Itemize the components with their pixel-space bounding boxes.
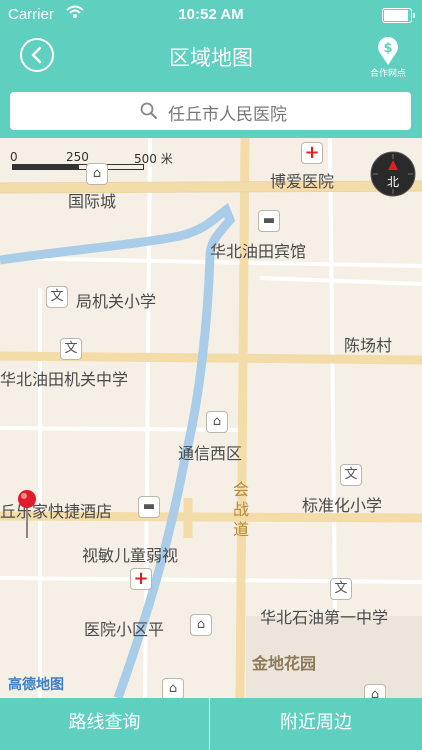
poi-child-vision[interactable]: 视敏儿童弱视 — [82, 542, 178, 566]
residence-icon[interactable]: ⌂ — [206, 411, 228, 433]
scale-label-250: 250 — [66, 150, 89, 164]
poi-tongxin-xiqu[interactable]: 通信西区 — [178, 440, 242, 464]
search-input[interactable]: 任丘市人民医院 — [10, 92, 411, 130]
hotel-icon[interactable]: ▬ — [258, 210, 280, 232]
route-query-button[interactable]: 路线查询 — [0, 698, 210, 750]
status-time: 10:52 AM — [178, 6, 244, 23]
poi-huabei-petro-no1[interactable]: 华北石油第一中学 — [260, 604, 388, 628]
poi-chenchang-village[interactable]: 陈场村 — [344, 332, 392, 356]
scale-label-0: 0 — [10, 150, 18, 164]
search-text: 任丘市人民医院 — [168, 105, 287, 125]
app-screen: 0 250 500 米 北 + 博爱医院 ⌂ 国际城 ▬ 华北油田宾馆 文 局机… — [0, 0, 422, 750]
search-bar-container: 任丘市人民医院 — [0, 86, 422, 138]
scale-labels: 0 250 500 米 — [10, 150, 173, 166]
map-view[interactable]: 0 250 500 米 北 + 博爱医院 ⌂ 国际城 ▬ 华北油田宾馆 文 局机… — [0, 138, 422, 698]
school-icon[interactable]: 文 — [330, 578, 352, 600]
poi-biaozhunhua-school[interactable]: 标准化小学 — [302, 492, 382, 516]
poi-boai-hospital[interactable]: 博爱医院 — [270, 168, 334, 192]
battery-icon — [382, 8, 415, 23]
compass-button[interactable]: 北 — [370, 151, 416, 197]
poi-huabei-hotel[interactable]: 华北油田宾馆 — [210, 238, 306, 262]
scale-bar — [12, 164, 144, 170]
dollar-pin-icon: $ — [378, 37, 398, 65]
location-pin-icon[interactable] — [14, 488, 40, 540]
poi-jindi-garden[interactable]: 金地花园 — [252, 650, 316, 674]
partner-outlets-button[interactable]: $ 合作网点 — [368, 36, 408, 80]
status-bar: Carrier 10:52 AM — [0, 0, 422, 30]
map-provider-logo: 高德地图 — [8, 677, 64, 693]
school-icon[interactable]: 文 — [340, 464, 362, 486]
residence-icon[interactable]: ⌂ — [162, 678, 184, 698]
poi-yiyuan-xiaoqu[interactable]: 医院小区平 — [84, 616, 164, 640]
search-icon — [140, 102, 157, 119]
page-title: 区域地图 — [169, 46, 253, 70]
school-icon[interactable]: 文 — [46, 286, 68, 308]
hospital-icon[interactable]: + — [130, 568, 152, 590]
nearby-button[interactable]: 附近周边 — [211, 698, 421, 750]
hotel-icon[interactable]: ▬ — [138, 496, 160, 518]
navigation-bar: Carrier 10:52 AM 区域地图 $ 合作网点 — [0, 0, 422, 86]
partner-outlets-label: 合作网点 — [369, 69, 406, 79]
residence-icon[interactable]: ⌂ — [364, 684, 386, 698]
compass-label: 北 — [386, 175, 399, 189]
poi-guojicheng[interactable]: 国际城 — [68, 188, 116, 212]
poi-huabei-middle-school[interactable]: 华北油田机关中学 — [0, 366, 128, 390]
bottom-action-bar: 路线查询 附近周边 — [0, 698, 422, 750]
residence-icon[interactable]: ⌂ — [86, 163, 108, 185]
school-icon[interactable]: 文 — [60, 338, 82, 360]
road-label-huizhan: 会战道 — [233, 480, 250, 539]
hospital-icon[interactable]: + — [301, 142, 323, 164]
residence-icon[interactable]: ⌂ — [190, 614, 212, 636]
poi-juchiguan-school[interactable]: 局机关小学 — [76, 288, 156, 312]
svg-text:$: $ — [383, 41, 392, 56]
